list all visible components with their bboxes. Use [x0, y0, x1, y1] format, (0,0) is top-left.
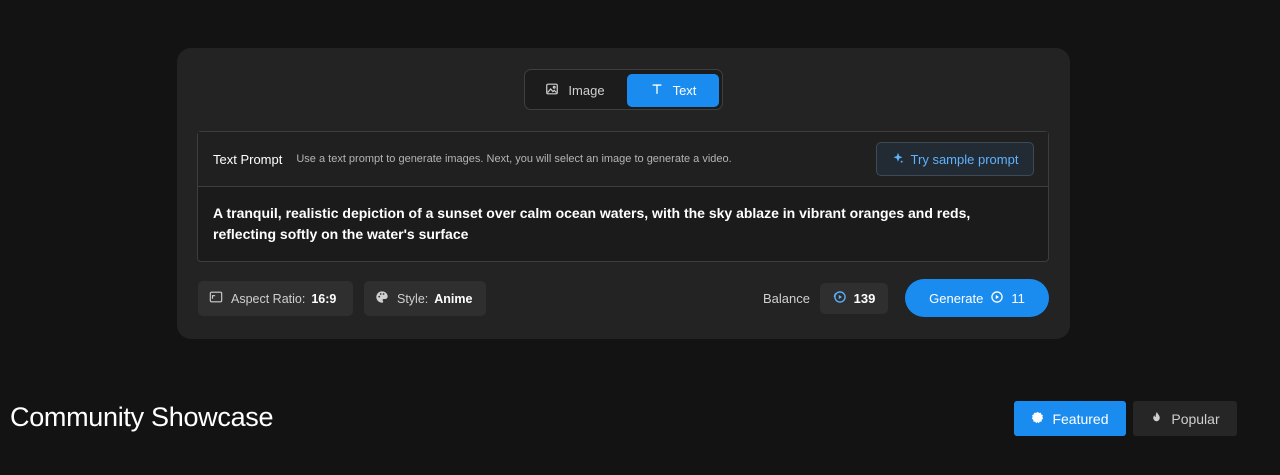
- generate-label: Generate: [929, 290, 984, 306]
- badge-icon: [1031, 411, 1044, 427]
- prompt-header: Text Prompt Use a text prompt to generat…: [198, 132, 1048, 187]
- balance-value: 139: [853, 291, 876, 306]
- try-sample-prompt-label: Try sample prompt: [910, 151, 1019, 167]
- prompt-title: Text Prompt: [213, 151, 283, 167]
- image-icon: [545, 82, 559, 99]
- balance-label: Balance: [763, 291, 810, 306]
- tab-featured-label: Featured: [1052, 410, 1109, 427]
- style-label: Style:: [397, 291, 429, 306]
- image-mode-button[interactable]: Image: [529, 74, 621, 107]
- aspect-ratio-selector[interactable]: Aspect Ratio: 16:9: [198, 281, 353, 316]
- aspect-ratio-icon: [209, 290, 225, 307]
- sparkle-icon: [892, 152, 904, 167]
- prompt-box: Text Prompt Use a text prompt to generat…: [197, 131, 1049, 262]
- generate-cost: 11: [1011, 290, 1025, 306]
- community-showcase-title: Community Showcase: [10, 402, 274, 432]
- fire-icon: [1150, 411, 1163, 427]
- palette-icon: [375, 290, 391, 307]
- prompt-input[interactable]: A tranquil, realistic depiction of a sun…: [198, 187, 1048, 261]
- aspect-ratio-label: Aspect Ratio:: [231, 291, 306, 306]
- generator-panel: Image Text Text Prompt Use a text prompt…: [177, 48, 1070, 339]
- tab-popular[interactable]: Popular: [1133, 401, 1237, 436]
- image-mode-label: Image: [568, 83, 605, 98]
- style-value: Anime: [434, 291, 473, 306]
- text-mode-label: Text: [672, 83, 697, 98]
- credit-icon: [833, 290, 847, 307]
- text-icon: [650, 82, 664, 99]
- tab-featured[interactable]: Featured: [1014, 401, 1126, 436]
- generate-button[interactable]: Generate 11: [905, 279, 1049, 317]
- try-sample-prompt-button[interactable]: Try sample prompt: [876, 142, 1034, 176]
- prompt-hint: Use a text prompt to generate images. Ne…: [296, 153, 732, 165]
- credit-icon: [990, 290, 1004, 307]
- aspect-ratio-value: 16:9: [311, 291, 337, 306]
- tab-popular-label: Popular: [1171, 410, 1220, 427]
- balance-badge: 139: [820, 283, 888, 314]
- mode-switch: Image Text: [524, 69, 723, 110]
- text-mode-button[interactable]: Text: [627, 74, 719, 107]
- style-selector[interactable]: Style: Anime: [364, 281, 486, 316]
